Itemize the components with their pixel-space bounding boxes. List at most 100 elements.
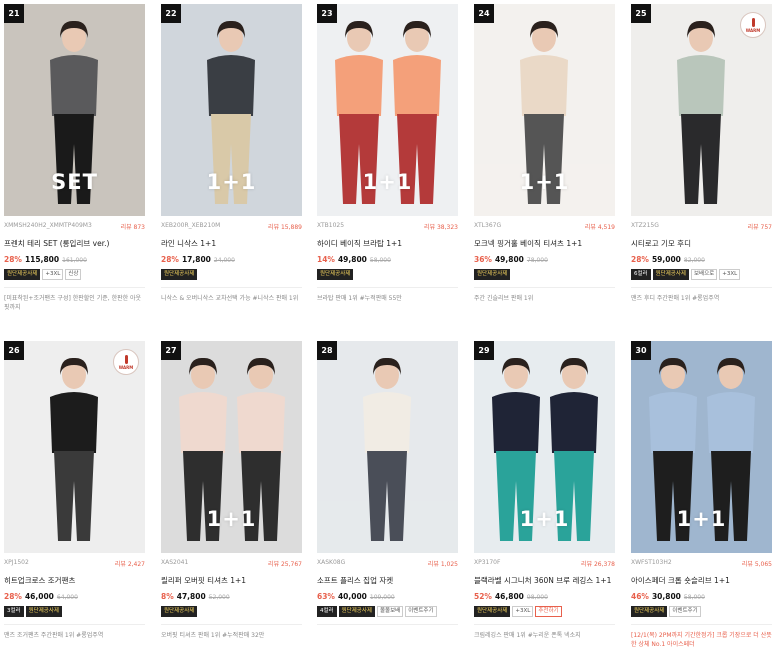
product-image[interactable]: 24 1+1 [474, 4, 615, 216]
review-count[interactable]: 리뷰 757 [748, 222, 772, 231]
original-price: 78,000 [526, 257, 548, 264]
rank-badge: 26 [4, 341, 24, 360]
product-badge: 3컬러 [4, 606, 24, 617]
warm-badge-icon: WARM [740, 12, 766, 38]
discount-rate: 28% [4, 255, 22, 264]
product-image[interactable]: 26 WARM [4, 341, 145, 553]
product-code: XMMSH240H2_XMMTP409M3 [4, 222, 92, 229]
price-row: 14% 49,800 58,000 [317, 255, 458, 264]
price-row: 8% 47,800 52,000 [161, 592, 302, 601]
product-code: XWFST103H2 [631, 559, 672, 566]
discount-rate: 14% [317, 255, 335, 264]
review-count[interactable]: 리뷰 4,519 [585, 222, 615, 231]
price-row: 63% 40,000 109,000 [317, 592, 458, 601]
product-card[interactable]: 27 1+1 XAS2041 리뷰 25,767 릴리퍼 오버핏 티셔츠 1+1 8% 47… [161, 341, 302, 649]
product-description: 주간 긴슬리브 판매 1위 [474, 287, 615, 312]
product-meta: XTB1025 리뷰 38,323 [317, 222, 458, 231]
product-card[interactable]: 30 1+1 XWFST103H2 리뷰 5,065 아이스페더 크롭 숏슬리브 1+1… [631, 341, 772, 649]
product-meta: XWFST103H2 리뷰 5,065 [631, 559, 772, 568]
product-card[interactable]: 29 1+1 XP3170F 리뷰 26,378 블랙라벨 시그니처 360N 브루 레… [474, 341, 615, 649]
product-image[interactable]: 23 1+1 [317, 4, 458, 216]
product-name[interactable]: 히트업크로스 조거팬츠 [4, 575, 145, 586]
product-code: XAS2041 [161, 559, 189, 566]
review-count[interactable]: 리뷰 26,378 [581, 559, 615, 568]
discount-rate: 36% [474, 255, 492, 264]
product-name[interactable]: 아이스페더 크롭 숏슬리브 1+1 [631, 575, 772, 586]
original-price: 58,000 [369, 257, 391, 264]
review-count[interactable]: 리뷰 38,323 [424, 222, 458, 231]
product-card[interactable]: 22 1+1 XEB200R_XEB210M 리뷰 15,889 라인 니삭스 1+1 2… [161, 4, 302, 312]
product-card[interactable]: 25 WARM XTZ215G 리뷰 757 시티로고 기모 후디 28% 59,000 82… [631, 4, 772, 312]
product-image[interactable]: 28 [317, 341, 458, 553]
product-image[interactable]: 22 1+1 [161, 4, 302, 216]
product-name[interactable]: 릴리퍼 오버핏 티셔츠 1+1 [161, 575, 302, 586]
product-badge: 원단제공사제 [652, 269, 689, 280]
sale-price: 40,000 [337, 592, 367, 601]
badge-list: 6컬러 원단제공사제 보배으로 +3XL [631, 269, 772, 280]
product-badge: +3XL [42, 269, 64, 280]
product-badge: 6컬러 [631, 269, 651, 280]
product-badge: 신상 [65, 269, 82, 280]
review-count[interactable]: 리뷰 15,889 [268, 222, 302, 231]
product-name[interactable]: 라인 니삭스 1+1 [161, 238, 302, 249]
product-image[interactable]: 30 1+1 [631, 341, 772, 553]
badge-list: 원단제공사제 [161, 269, 302, 280]
product-meta: XEB200R_XEB210M 리뷰 15,889 [161, 222, 302, 231]
warm-badge-label: WARM [745, 27, 761, 33]
review-count[interactable]: 리뷰 2,427 [115, 559, 145, 568]
product-image[interactable]: 29 1+1 [474, 341, 615, 553]
price-row: 28% 59,000 82,000 [631, 255, 772, 264]
product-badge: 원단제공사제 [161, 606, 198, 617]
rank-badge: 28 [317, 341, 337, 360]
product-meta: XASK08G 리뷰 1,025 [317, 559, 458, 568]
product-code: XTB1025 [317, 222, 345, 229]
review-count[interactable]: 리뷰 25,767 [268, 559, 302, 568]
original-price: 161,000 [62, 257, 87, 264]
product-name[interactable]: 모크넥 핑거홀 베이직 티셔츠 1+1 [474, 238, 615, 249]
promo-overlay-text: 1+1 [206, 507, 257, 531]
rank-badge: 29 [474, 341, 494, 360]
product-code: XASK08G [317, 559, 346, 566]
product-card[interactable]: 21 SET XMMSH240H2_XMMTP409M3 리뷰 873 프렌치 테리 S… [4, 4, 145, 312]
product-name[interactable]: 시티로고 기모 후디 [631, 238, 772, 249]
product-badge: 원단제공사제 [25, 606, 62, 617]
sale-price: 46,000 [24, 592, 54, 601]
product-card[interactable]: 26 WARM XPJ1502 리뷰 2,427 히트업크로스 조거팬츠 28% 46,00… [4, 341, 145, 649]
discount-rate: 46% [631, 592, 649, 601]
price-row: 28% 46,000 64,000 [4, 592, 145, 601]
original-price: 109,000 [369, 594, 395, 601]
original-price: 58,000 [683, 594, 705, 601]
product-meta: XTZ215G 리뷰 757 [631, 222, 772, 231]
sale-price: 115,800 [24, 255, 60, 264]
product-image[interactable]: 21 SET [4, 4, 145, 216]
product-badge: 원단제공사제 [338, 606, 375, 617]
product-image[interactable]: 25 WARM [631, 4, 772, 216]
product-card[interactable]: 24 1+1 XTL367G 리뷰 4,519 모크넥 핑거홀 베이직 티셔츠 1+1 3… [474, 4, 615, 312]
warm-badge-label: WARM [118, 364, 134, 370]
product-name[interactable]: 블랙라벨 시그니처 360N 브루 레깅스 1+1 [474, 575, 615, 586]
rank-badge: 30 [631, 341, 651, 360]
discount-rate: 63% [317, 592, 335, 601]
product-badge: 4컬러 [317, 606, 337, 617]
product-badge: 원단제공사제 [631, 606, 668, 617]
product-card[interactable]: 28 XASK08G 리뷰 1,025 소프트 플리스 집업 자켓 63% 40,000 1… [317, 341, 458, 649]
product-card[interactable]: 23 1+1 XTB1025 리뷰 38,323 하이디 베이직 브라탑 1+1 14% 4… [317, 4, 458, 312]
review-count[interactable]: 리뷰 5,065 [742, 559, 772, 568]
thermometer-icon [124, 354, 128, 364]
review-count[interactable]: 리뷰 1,025 [428, 559, 458, 568]
product-name[interactable]: 소프트 플리스 집업 자켓 [317, 575, 458, 586]
product-name[interactable]: 하이디 베이직 브라탑 1+1 [317, 238, 458, 249]
product-description: 맨즈 조거팬츠 주간판매 1위 #롱업주역 [4, 624, 145, 649]
rank-badge: 27 [161, 341, 181, 360]
product-name[interactable]: 프렌치 테리 SET (롱입리브 ver.) [4, 238, 145, 249]
badge-list: 원단제공사제 [317, 269, 458, 280]
price-row: 28% 115,800 161,000 [4, 255, 145, 264]
promo-overlay-text: 1+1 [676, 507, 727, 531]
product-badge: 원단제공사제 [161, 269, 198, 280]
review-count[interactable]: 리뷰 873 [121, 222, 145, 231]
warm-badge-icon: WARM [113, 349, 139, 375]
product-image[interactable]: 27 1+1 [161, 341, 302, 553]
badge-list: 4컬러 원단제공사제 몰몰보배 이벤트주기 [317, 606, 458, 617]
badge-list: 원단제공사제 +3XL 추천하기 [474, 606, 615, 617]
product-badge: +3XL [512, 606, 534, 617]
